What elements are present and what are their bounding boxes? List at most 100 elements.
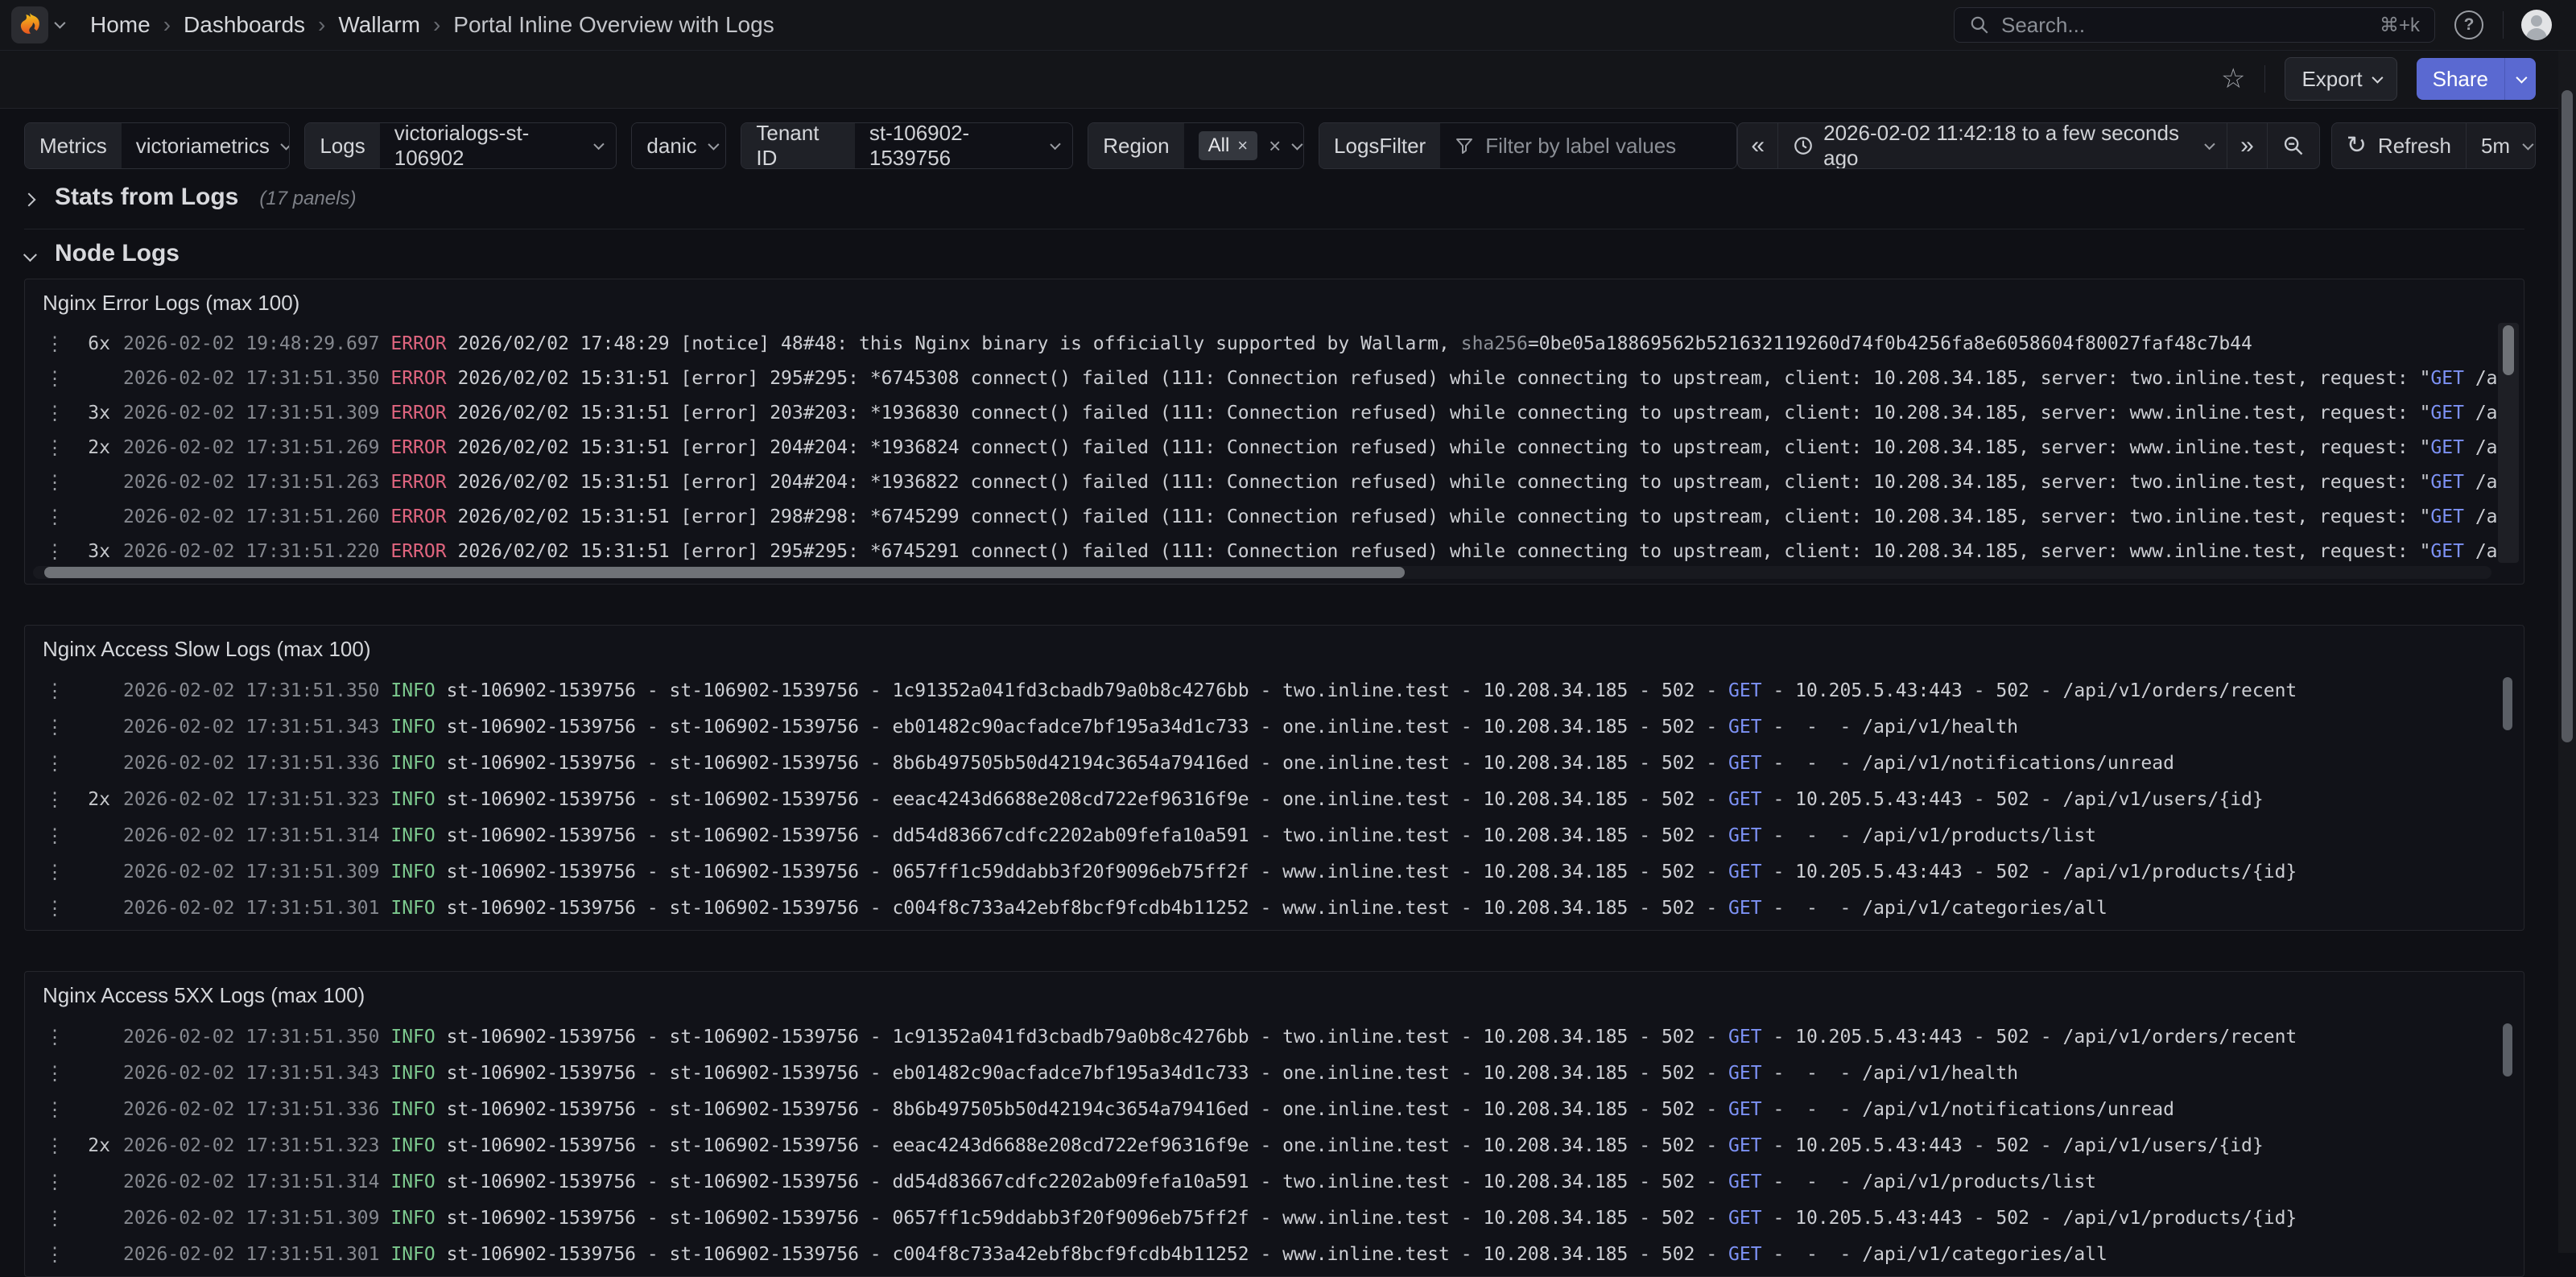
variable-region-select[interactable]: All × ×	[1184, 123, 1304, 168]
log-row: ⋮2026-02-02 17:31:51.263 ERROR 2026/02/0…	[25, 465, 2496, 499]
scrollbar-thumb[interactable]	[44, 567, 1405, 578]
help-button[interactable]: ?	[2453, 9, 2485, 41]
grafana-logo[interactable]	[11, 6, 48, 43]
time-shift-forward-button[interactable]: »	[2227, 123, 2267, 168]
row-menu-icon[interactable]: ⋮	[44, 716, 65, 738]
log-row: ⋮6x2026-02-02 19:48:29.697 ERROR 2026/02…	[25, 326, 2496, 361]
log-list: ⋮2026-02-02 17:31:51.350 INFO st-106902-…	[25, 672, 2496, 926]
time-range-picker[interactable]: 2026-02-02 11:42:18 to a few seconds ago	[1777, 123, 2227, 168]
row-menu-icon[interactable]: ⋮	[44, 680, 65, 702]
scrollbar-thumb[interactable]	[2503, 325, 2514, 375]
row-menu-icon[interactable]: ⋮	[44, 402, 65, 424]
log-message-segment: /api/	[2464, 541, 2496, 562]
log-line: 2026-02-02 17:31:51.336 INFO st-106902-1…	[123, 753, 2496, 774]
row-menu-icon[interactable]: ⋮	[44, 1243, 65, 1266]
row-menu-icon[interactable]: ⋮	[44, 1207, 65, 1229]
log-message-segment: GET	[1728, 717, 1762, 738]
row-menu-icon[interactable]: ⋮	[44, 1134, 65, 1157]
log-message-segment: - 10.205.5.43:443 - 502 - /api/v1/orders…	[1762, 1027, 2297, 1048]
log-message-segment: st-106902-1539756 - st-106902-1539756 - …	[447, 862, 1728, 882]
log-line: 2026-02-02 17:31:51.301 INFO st-106902-1…	[123, 1244, 2496, 1265]
log-message-segment: GET	[1728, 1244, 1762, 1265]
share-button[interactable]: Share	[2417, 58, 2536, 100]
row-dedup-count: 2x	[65, 437, 110, 458]
log-level: INFO	[390, 1027, 435, 1048]
log-message-segment: - - - /api/v1/notifications/unread	[1762, 753, 2174, 774]
variable-logs-select[interactable]: victorialogs-st-106902	[380, 123, 617, 168]
refresh-button[interactable]: ↻ Refresh	[2332, 123, 2466, 168]
time-range-text: 2026-02-02 11:42:18 to a few seconds ago	[1823, 122, 2192, 169]
row-menu-icon[interactable]: ⋮	[44, 333, 65, 355]
row-menu-icon[interactable]: ⋮	[44, 367, 65, 390]
row-menu-icon[interactable]: ⋮	[44, 861, 65, 883]
search-input[interactable]: Search... ⌘+k	[1954, 7, 2435, 43]
row-menu-icon[interactable]: ⋮	[44, 752, 65, 775]
row-menu-icon[interactable]: ⋮	[44, 471, 65, 494]
help-icon: ?	[2454, 10, 2483, 39]
row-menu-icon[interactable]: ⋮	[44, 1171, 65, 1193]
share-menu-button[interactable]	[2504, 58, 2536, 100]
log-row: ⋮2026-02-02 17:31:51.343 INFO st-106902-…	[25, 1055, 2496, 1091]
breadcrumb-item[interactable]: Wallarm	[338, 12, 420, 38]
user-avatar[interactable]	[2521, 10, 2552, 40]
favorite-star-icon[interactable]: ☆	[2221, 63, 2245, 95]
scrollbar-thumb[interactable]	[2562, 90, 2573, 742]
chip-remove-icon[interactable]: ×	[1237, 135, 1248, 156]
time-shift-back-button[interactable]: «	[1738, 123, 1777, 168]
log-message-segment: GET	[1728, 680, 1762, 701]
panel-vertical-scrollbar[interactable]	[2498, 323, 2519, 563]
row-stats-from-logs[interactable]: Stats from Logs (17 panels)	[24, 184, 356, 211]
row-menu-icon[interactable]: ⋮	[44, 788, 65, 811]
zoom-out-button[interactable]	[2267, 123, 2319, 168]
refresh-interval-value: 5m	[2481, 134, 2510, 159]
variable-tenant-select[interactable]: st-106902-1539756	[855, 123, 1072, 168]
row-menu-icon[interactable]: ⋮	[44, 897, 65, 920]
log-timestamp: 2026-02-02 17:31:51.314	[123, 825, 380, 846]
region-chip-all[interactable]: All ×	[1199, 131, 1258, 160]
row-menu-icon[interactable]: ⋮	[44, 540, 65, 563]
org-switcher-chevron-icon[interactable]	[55, 18, 63, 32]
log-row: ⋮ 2026-02-02 17:31:51.260 ERROR 2026/02/0…	[25, 499, 2496, 534]
export-button[interactable]: Export	[2285, 57, 2396, 101]
row-node-logs[interactable]: Node Logs	[24, 240, 180, 267]
variable-logs-label: Logs	[305, 123, 379, 168]
variable-logsfilter: LogsFilter Filter by label values	[1319, 122, 1737, 169]
clear-selection-icon[interactable]: ×	[1269, 134, 1281, 159]
log-row: ⋮3x 2026-02-02 17:31:51.220 ERROR 2026/02…	[25, 534, 2496, 568]
variable-instance: danic	[631, 122, 726, 169]
log-message-segment: st-106902-1539756 - st-106902-1539756 - …	[447, 898, 1728, 919]
row-dedup-count: 2x	[65, 789, 110, 810]
log-message-segment: /api/	[2464, 472, 2496, 493]
breadcrumb-item[interactable]: Dashboards	[184, 12, 305, 38]
log-level: INFO	[390, 1244, 435, 1265]
row-menu-icon[interactable]: ⋮	[44, 1098, 65, 1121]
panel-vertical-scrollbar[interactable]	[2503, 677, 2512, 730]
row-menu-icon[interactable]: ⋮	[44, 506, 65, 528]
chevron-down-icon	[2522, 139, 2533, 151]
row-menu-icon[interactable]: ⋮	[44, 436, 65, 459]
log-message-segment: - - - /api/v1/health	[1762, 717, 2019, 738]
log-line: 2026-02-02 17:31:51.314 INFO st-106902-1…	[123, 825, 2496, 846]
row-menu-icon[interactable]: ⋮	[44, 1062, 65, 1085]
row-menu-icon[interactable]: ⋮	[44, 824, 65, 847]
log-message-segment: st-106902-1539756 - st-106902-1539756 - …	[447, 1244, 1728, 1265]
filter-funnel-icon	[1455, 136, 1474, 155]
log-line: 2026-02-02 17:31:51.220 ERROR 2026/02/02…	[123, 541, 2496, 562]
panel-vertical-scrollbar[interactable]	[2503, 1023, 2512, 1077]
row-dedup-count: 3x	[65, 541, 110, 562]
chevron-down-icon	[23, 248, 37, 262]
breadcrumb-item[interactable]: Home	[90, 12, 151, 38]
log-timestamp: 2026-02-02 19:48:29.697	[123, 333, 380, 354]
log-message-segment: =0be05a18869562b521632119260d74f0b4256fa…	[1528, 333, 2252, 354]
variable-metrics-select[interactable]: victoriametrics	[122, 123, 291, 168]
row-menu-icon[interactable]: ⋮	[44, 1026, 65, 1048]
refresh-interval-select[interactable]: 5m	[2466, 123, 2536, 168]
chevron-down-icon	[280, 139, 290, 151]
breadcrumb-item[interactable]: Portal Inline Overview with Logs	[453, 12, 774, 38]
variable-instance-select[interactable]: danic	[632, 123, 726, 168]
page-scrollbar[interactable]	[2558, 50, 2576, 1253]
panel-horizontal-scrollbar[interactable]	[33, 566, 2491, 579]
log-level: INFO	[390, 1172, 435, 1192]
log-line: 2026-02-02 17:31:51.260 ERROR 2026/02/02…	[123, 506, 2496, 527]
logsfilter-input[interactable]: Filter by label values	[1440, 123, 1737, 168]
